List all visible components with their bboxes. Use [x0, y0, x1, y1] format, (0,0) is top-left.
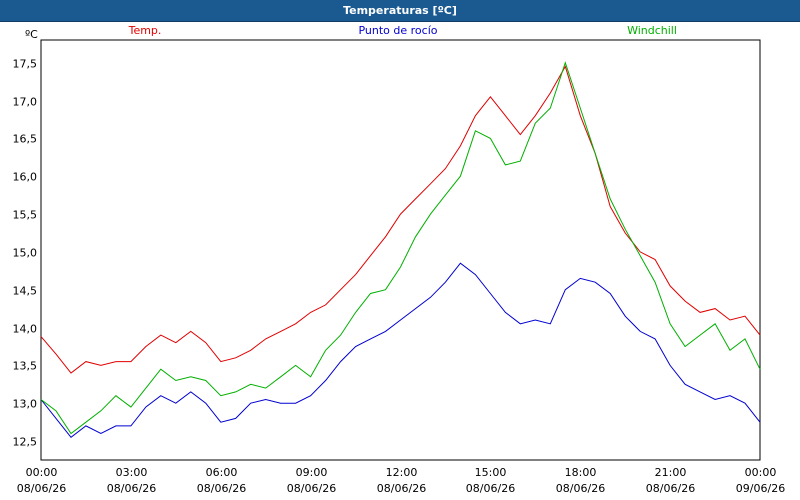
- window-titlebar: Temperaturas [ºC]: [0, 0, 800, 22]
- y-tick-label: 17,0: [13, 96, 38, 109]
- x-tick-time: 06:00: [206, 466, 238, 479]
- x-tick-time: 03:00: [116, 466, 148, 479]
- x-tick-date: 08/06/26: [287, 482, 336, 495]
- x-tick-date: 08/06/26: [197, 482, 246, 495]
- y-tick-label: 14,5: [13, 285, 38, 298]
- x-tick-date: 08/06/26: [556, 482, 605, 495]
- y-tick-label: 15,0: [13, 247, 38, 260]
- x-tick-time: 00:00: [745, 466, 777, 479]
- x-tick-date: 08/06/26: [107, 482, 156, 495]
- y-tick-label: 15,5: [13, 209, 38, 222]
- y-tick-label: 12,5: [13, 436, 38, 449]
- x-tick-time: 15:00: [475, 466, 507, 479]
- legend-entry: Windchill: [627, 24, 677, 37]
- x-tick-date: 08/06/26: [17, 482, 66, 495]
- x-tick-time: 09:00: [296, 466, 328, 479]
- y-tick-label: 13,0: [13, 398, 38, 411]
- chart-title: Temperaturas [ºC]: [343, 4, 457, 17]
- x-tick-time: 21:00: [655, 466, 687, 479]
- legend-entry: Punto de rocío: [358, 24, 437, 37]
- x-tick-date: 08/06/26: [466, 482, 515, 495]
- x-tick-time: 00:00: [26, 466, 58, 479]
- y-tick-label: 16,5: [13, 133, 38, 146]
- y-axis-unit: ºC: [25, 28, 38, 41]
- plot-frame: [40, 39, 761, 461]
- legend: Temp. Punto de rocío Windchill: [128, 24, 677, 37]
- temperature-chart: 12,5 13,0 13,5 14,0 14,5 15,0 15,5 16,0 16,5 17,0…: [13, 24, 786, 495]
- y-tick-label: 13,5: [13, 360, 38, 373]
- x-tick-date: 09/06/26: [736, 482, 785, 495]
- x-tick-time: 18:00: [565, 466, 597, 479]
- y-tick-label: 16,0: [13, 171, 38, 184]
- y-tick-label: 17,5: [13, 58, 38, 71]
- axes: [40, 39, 761, 461]
- x-tick-time: 12:00: [386, 466, 418, 479]
- x-tick-date: 08/06/26: [377, 482, 426, 495]
- y-tick-label: 14,0: [13, 323, 38, 336]
- legend-entry: Temp.: [128, 24, 162, 37]
- x-tick-date: 08/06/26: [646, 482, 695, 495]
